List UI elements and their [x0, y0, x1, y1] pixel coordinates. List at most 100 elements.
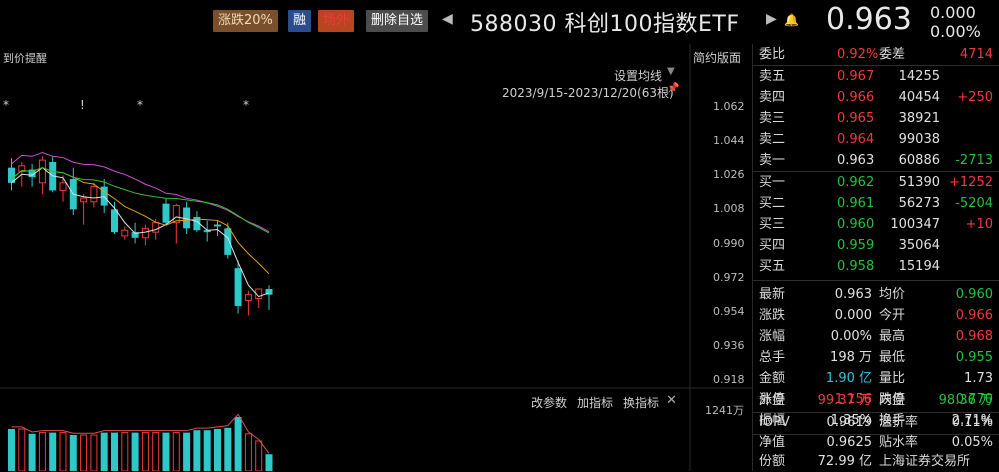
bid-delta: -5204	[955, 196, 993, 211]
candle-body	[111, 209, 118, 233]
stat-value: 0.960	[955, 287, 993, 302]
candle-body	[214, 224, 221, 227]
bid-level-1[interactable]: 买一 0.962 51390 +1252	[753, 172, 999, 193]
bid-volume: 100347	[890, 217, 940, 232]
ask-level-3[interactable]: 卖三 0.965 38921	[753, 108, 999, 129]
ask-volume: 38921	[898, 111, 940, 126]
margin-tag[interactable]: 融	[288, 10, 312, 32]
limit-tag[interactable]: 涨跌20%	[213, 10, 278, 32]
ask-level-1[interactable]: 卖五 0.967 14255	[753, 66, 999, 87]
ask-label: 卖五	[759, 69, 786, 84]
ask-level-2[interactable]: 卖四 0.966 40454 +250	[753, 87, 999, 108]
offexchange-tag[interactable]: 场外	[318, 10, 355, 32]
divider	[753, 280, 999, 281]
stats-row: 涨跌 0.000 今开 0.966	[753, 305, 999, 326]
iopv-value: 0.9619	[826, 415, 873, 430]
volume-bar	[131, 432, 139, 471]
price-change: 0.000	[930, 3, 976, 22]
volume-bar	[255, 440, 263, 471]
quote-panel: 委比 0.92% 委差 4714 卖五 0.967 14255 卖四 0.966 4045…	[753, 44, 999, 471]
stat-label: 涨跌	[759, 308, 786, 323]
stat-label: 总手	[759, 350, 786, 365]
shares-value: 72.99 亿	[817, 454, 872, 469]
stat-value: 198 万	[830, 350, 872, 365]
bid-volume: 35064	[898, 238, 940, 253]
ask-level-5[interactable]: 卖一 0.963 60886 -2713	[753, 150, 999, 171]
volume-bar	[8, 429, 15, 471]
bid-price: 0.959	[837, 238, 875, 253]
volume-bar	[244, 433, 252, 471]
volume-bar	[18, 428, 26, 471]
stock-name: 科创100指数ETF	[564, 12, 740, 37]
volume-bar	[203, 430, 211, 471]
add-indicator-button[interactable]: 加指标	[577, 394, 613, 411]
candle-body	[90, 186, 98, 203]
stat-label: 涨幅	[759, 329, 786, 344]
bid-level-3[interactable]: 买三 0.960 100347 +10	[753, 214, 999, 235]
candle-body	[162, 203, 170, 223]
stat-label: 量比	[879, 371, 906, 386]
ask-volume: 40454	[898, 90, 940, 105]
ask-price: 0.963	[837, 153, 875, 168]
bid-level-5[interactable]: 买五 0.958 15194	[753, 256, 999, 277]
bid-label: 买一	[759, 175, 786, 190]
volume-bar	[100, 432, 108, 471]
stats-row: 涨幅 0.00% 最高 0.968	[753, 326, 999, 347]
volume-bar	[162, 432, 170, 471]
quote-header: 涨跌20% 融 场外 删除自选 ◀ 588030 科创100指数ETF ▶ 🔔 …	[0, 0, 999, 44]
close-indicator-icon[interactable]: ✕	[666, 393, 677, 408]
ask-price: 0.967	[837, 69, 875, 84]
order-diff-value: 4714	[959, 47, 993, 62]
ask-price: 0.966	[837, 90, 875, 105]
bid-delta: +10	[965, 217, 993, 232]
switch-indicator-button[interactable]: 换指标	[623, 394, 659, 411]
order-ratio-row: 委比 0.92% 委差 4714	[753, 44, 999, 65]
volume-bar	[152, 432, 160, 471]
stat-label: 今开	[879, 308, 906, 323]
shares-row: 份额 72.99 亿 上海证券交易所	[753, 451, 999, 472]
nav-row: 净值 0.9625 贴水率 0.05%	[753, 432, 999, 453]
ask-label: 卖四	[759, 90, 786, 105]
ask-label: 卖一	[759, 153, 786, 168]
bid-volume: 56273	[898, 196, 940, 211]
bid-price: 0.961	[837, 196, 875, 211]
remove-watchlist-button[interactable]: 删除自选	[366, 10, 429, 32]
bid-label: 买二	[759, 196, 786, 211]
ask-price: 0.965	[837, 111, 875, 126]
bid-label: 买三	[759, 217, 786, 232]
bid-level-2[interactable]: 买二 0.961 56273 -5204	[753, 193, 999, 214]
candle-body	[152, 222, 160, 233]
prev-stock-icon[interactable]: ◀	[442, 11, 453, 27]
bell-icon[interactable]: 🔔	[784, 13, 799, 27]
ask-level-4[interactable]: 卖二 0.964 99038	[753, 129, 999, 150]
stat-label: 最低	[879, 350, 906, 365]
discount-value: 0.05%	[951, 435, 993, 450]
volume-bar	[183, 432, 191, 471]
ask-label: 卖二	[759, 132, 786, 147]
order-diff-label: 委差	[879, 47, 906, 62]
bid-volume: 15194	[898, 259, 940, 274]
candle-body	[59, 182, 67, 191]
volume-bar	[69, 435, 77, 471]
outer-inner-row: 外盘 99.37 万 内盘 98.36 万	[753, 390, 999, 411]
stock-title: 588030 科创100指数ETF	[470, 6, 739, 38]
bid-price: 0.958	[837, 259, 875, 274]
volume-bar	[80, 434, 88, 471]
candle-body	[172, 205, 180, 224]
ask-volume: 99038	[898, 132, 940, 147]
outer-volume-label: 外盘	[759, 393, 786, 408]
stat-label: 最高	[879, 329, 906, 344]
ask-delta: -2713	[955, 153, 993, 168]
next-stock-icon[interactable]: ▶	[766, 11, 777, 27]
volume-bar	[193, 430, 201, 471]
inner-volume-value: 98.36 万	[938, 393, 993, 408]
ask-volume: 60886	[898, 153, 940, 168]
price-change-pct: 0.00%	[930, 22, 981, 41]
order-ratio-value: 0.92%	[837, 47, 879, 62]
premium-value: 0.11%	[951, 415, 993, 430]
edit-params-button[interactable]: 改参数	[531, 394, 567, 411]
bid-level-4[interactable]: 买四 0.959 35064	[753, 235, 999, 256]
stat-label: 金额	[759, 371, 786, 386]
volume-bar	[172, 432, 180, 471]
bid-volume: 51390	[898, 175, 940, 190]
